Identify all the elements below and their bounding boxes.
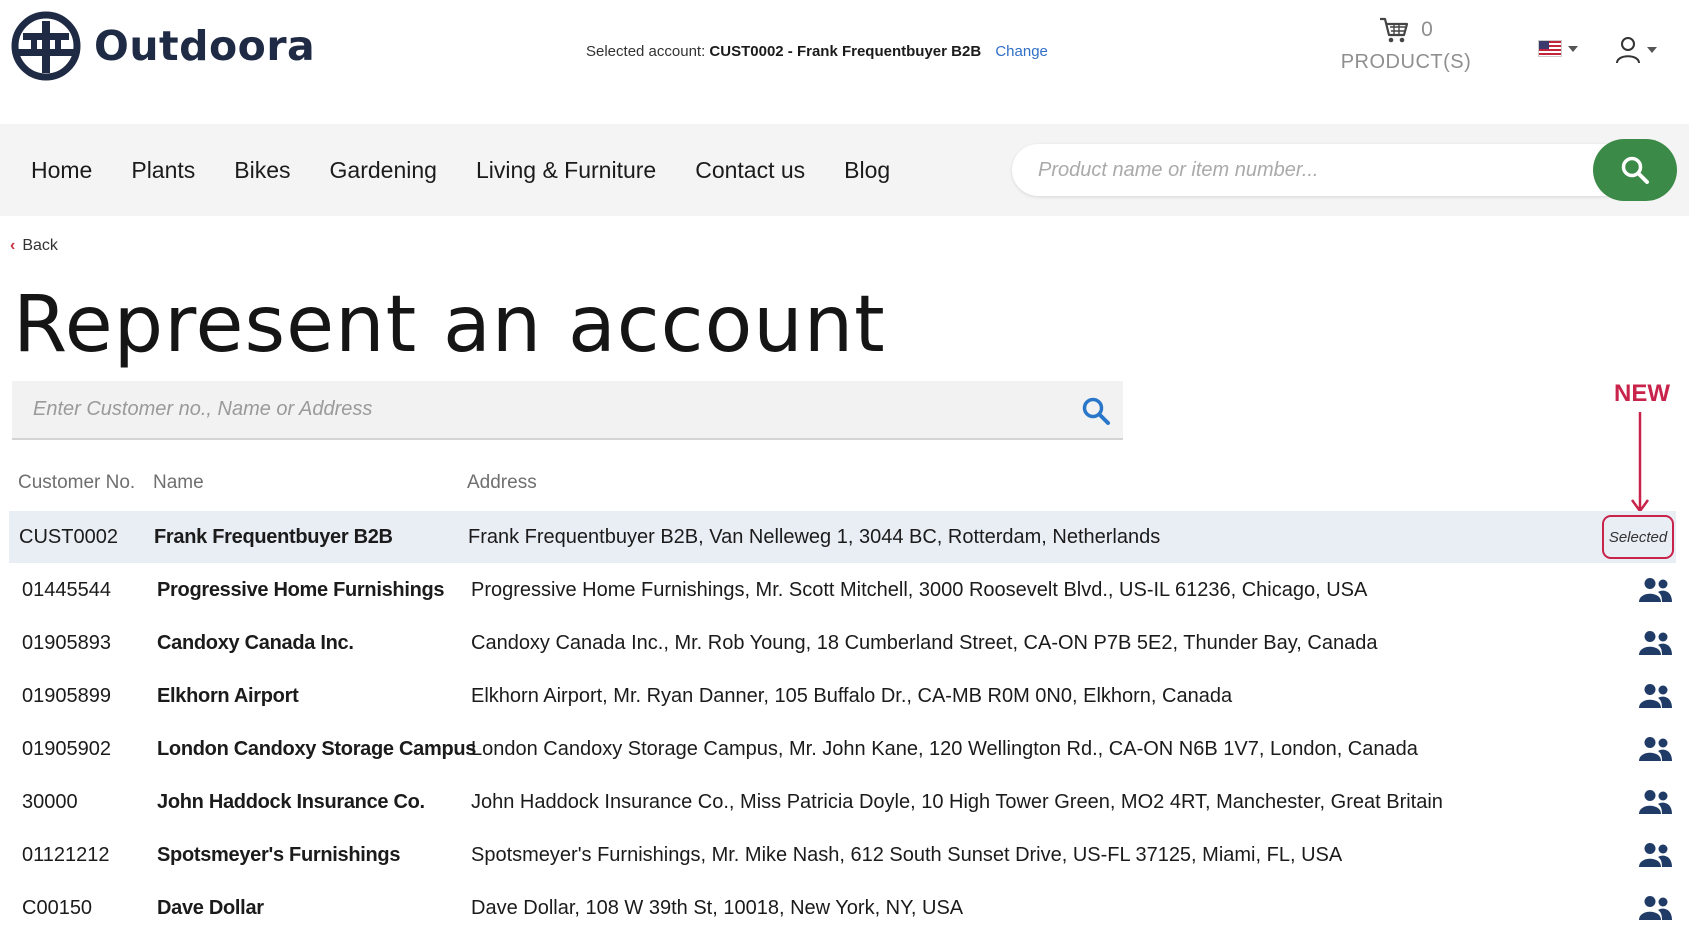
brand-name: Outdoora <box>94 22 316 70</box>
customer-name: Frank Frequentbuyer B2B <box>154 526 393 548</box>
customer-name: London Candoxy Storage Campus <box>157 738 477 760</box>
customer-no: 01905899 <box>22 685 111 707</box>
selected-account-label: Selected account: <box>586 43 706 60</box>
chevron-left-icon: ‹ <box>10 237 16 254</box>
nav-item-bikes[interactable]: Bikes <box>234 157 290 184</box>
cart-icon <box>1380 17 1409 43</box>
cart-count: 0 <box>1421 18 1433 41</box>
nav-item-contact-us[interactable]: Contact us <box>695 157 805 184</box>
customer-address: Candoxy Canada Inc., Mr. Rob Young, 18 C… <box>471 632 1378 654</box>
customer-address: Spotsmeyer's Furnishings, Mr. Mike Nash,… <box>471 844 1343 866</box>
represent-users-icon[interactable] <box>1639 842 1672 868</box>
customer-no: 01121212 <box>22 844 110 866</box>
new-annotation-label: NEW <box>1614 380 1670 407</box>
table-row[interactable]: CUST0002 Frank Frequentbuyer B2B Frank F… <box>9 511 1676 563</box>
cart-label: PRODUCT(S) <box>1340 51 1472 73</box>
customer-search[interactable]: Enter Customer no., Name or Address <box>12 381 1123 440</box>
customer-name: Elkhorn Airport <box>157 685 299 707</box>
nav-item-gardening[interactable]: Gardening <box>330 157 437 184</box>
nav-item-blog[interactable]: Blog <box>844 157 890 184</box>
outdoora-logo-icon <box>11 11 81 81</box>
customer-no: 01905893 <box>22 632 111 654</box>
column-header-customer-no: Customer No. <box>18 472 136 493</box>
customer-no: C00150 <box>22 897 93 919</box>
page-title: Represent an account <box>13 280 886 370</box>
column-header-name: Name <box>153 472 204 493</box>
nav-item-living-furniture[interactable]: Living & Furniture <box>476 157 656 184</box>
customer-no: 01905902 <box>22 738 111 760</box>
customer-address: London Candoxy Storage Campus, Mr. John … <box>471 738 1418 760</box>
customer-address: Progressive Home Furnishings, Mr. Scott … <box>471 579 1368 601</box>
customer-no: CUST0002 <box>19 526 118 548</box>
customer-search-input[interactable]: Enter Customer no., Name or Address <box>33 381 372 438</box>
back-label: Back <box>22 237 58 254</box>
represent-users-icon[interactable] <box>1639 736 1672 762</box>
product-search-button[interactable] <box>1593 139 1677 201</box>
cart[interactable]: 0 PRODUCT(S) <box>1336 16 1476 74</box>
product-search-input[interactable]: Product name or item number... <box>1012 144 1632 196</box>
table-row[interactable]: 01905902 London Candoxy Storage Campus L… <box>9 723 1676 775</box>
customer-name: John Haddock Insurance Co. <box>157 791 425 813</box>
table-row[interactable]: C00150 Dave Dollar Dave Dollar, 108 W 39… <box>9 882 1676 934</box>
search-icon[interactable] <box>1081 396 1111 426</box>
language-selector[interactable] <box>1538 40 1578 57</box>
user-icon <box>1616 37 1640 64</box>
search-icon <box>1621 156 1649 184</box>
table-header: Customer No. Name Address <box>0 472 1689 500</box>
change-account-link[interactable]: Change <box>995 43 1048 60</box>
represent-users-icon[interactable] <box>1639 630 1672 656</box>
us-flag-icon <box>1538 40 1562 57</box>
table-row[interactable]: 01445544 Progressive Home Furnishings Pr… <box>9 564 1676 616</box>
table-row[interactable]: 30000 John Haddock Insurance Co. John Ha… <box>9 776 1676 828</box>
customer-name: Progressive Home Furnishings <box>157 579 445 601</box>
customer-address: Dave Dollar, 108 W 39th St, 10018, New Y… <box>471 897 964 919</box>
product-search: Product name or item number... <box>1012 139 1677 201</box>
customer-address: Frank Frequentbuyer B2B, Van Nelleweg 1,… <box>468 526 1161 548</box>
table-row[interactable]: 01905893 Candoxy Canada Inc. Candoxy Can… <box>9 617 1676 669</box>
customer-address: Elkhorn Airport, Mr. Ryan Danner, 105 Bu… <box>471 685 1233 707</box>
nav-item-plants[interactable]: Plants <box>131 157 195 184</box>
back-link[interactable]: ‹ Back <box>10 237 58 255</box>
customer-name: Candoxy Canada Inc. <box>157 632 354 654</box>
chevron-down-icon <box>1647 47 1657 53</box>
column-header-address: Address <box>467 472 537 493</box>
chevron-down-icon <box>1568 45 1578 52</box>
logo[interactable]: Outdoora <box>11 11 315 81</box>
customer-no: 30000 <box>22 791 78 813</box>
customer-name: Spotsmeyer's Furnishings <box>157 844 401 866</box>
represent-users-icon[interactable] <box>1639 577 1672 603</box>
user-menu[interactable] <box>1615 36 1657 64</box>
represent-users-icon[interactable] <box>1639 895 1672 921</box>
table-row[interactable]: 01121212 Spotsmeyer's Furnishings Spotsm… <box>9 829 1676 881</box>
site-header: Outdoora Selected account: CUST0002 - Fr… <box>0 0 1689 116</box>
customer-name: Dave Dollar <box>157 897 264 919</box>
customer-no: 01445544 <box>22 579 111 601</box>
selected-account-value: CUST0002 - Frank Frequentbuyer B2B <box>709 43 982 60</box>
selected-badge[interactable]: Selected <box>1602 515 1674 559</box>
selected-account: Selected account: CUST0002 - Frank Frequ… <box>586 43 1048 60</box>
represent-users-icon[interactable] <box>1639 683 1672 709</box>
represent-users-icon[interactable] <box>1639 789 1672 815</box>
table-row[interactable]: 01905899 Elkhorn Airport Elkhorn Airport… <box>9 670 1676 722</box>
customer-address: John Haddock Insurance Co., Miss Patrici… <box>471 791 1443 813</box>
nav-item-home[interactable]: Home <box>31 157 92 184</box>
